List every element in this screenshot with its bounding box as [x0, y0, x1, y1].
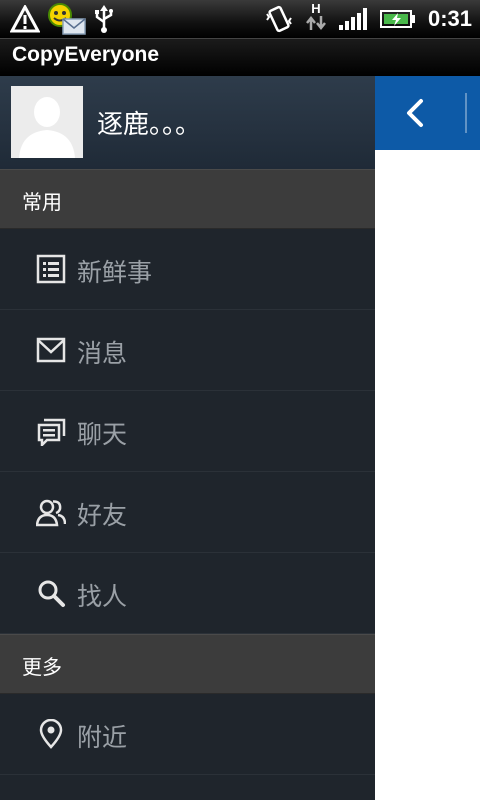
- main-content-panel: [375, 76, 480, 800]
- drawer-item-label: 聊天: [77, 420, 128, 449]
- drawer-item-label: 找人: [77, 582, 128, 611]
- network-type-indicator: H: [305, 1, 326, 35]
- news-feed-icon: [36, 254, 66, 284]
- friends-icon: [36, 499, 66, 527]
- drawer-item-label: 附近: [77, 723, 128, 752]
- avatar[interactable]: [11, 86, 83, 158]
- back-chevron-icon[interactable]: [395, 93, 435, 133]
- content-header: [375, 76, 480, 150]
- messenger-notification-icon: [48, 3, 86, 35]
- signal-strength-icon: [338, 8, 367, 30]
- chat-icon: [37, 418, 66, 446]
- section-header-more: 更多: [0, 634, 375, 694]
- default-user-icon: [11, 86, 83, 158]
- location-pin-icon: [39, 719, 63, 749]
- navigation-drawer: 逐鹿。。。 常用 新鲜事 消息 聊天 好友 找人 更多 附近: [0, 76, 375, 800]
- mail-icon: [36, 337, 66, 363]
- drawer-item-friends[interactable]: 好友: [0, 472, 375, 553]
- usb-icon: [95, 5, 113, 33]
- app-title: CopyEveryone: [12, 43, 160, 66]
- network-type-label: H: [311, 1, 321, 16]
- section-header-common: 常用: [0, 169, 375, 229]
- section-header-label: 常用: [22, 190, 62, 214]
- profile-username: 逐鹿。。。: [97, 110, 202, 140]
- status-system: H 0:31: [264, 1, 472, 35]
- drawer-item-messages[interactable]: 消息: [0, 310, 375, 391]
- data-arrows-icon: [305, 15, 326, 31]
- vibrate-icon: [266, 5, 292, 33]
- profile-header[interactable]: 逐鹿。。。: [0, 76, 375, 169]
- drawer-item-label: 好友: [77, 501, 128, 530]
- warning-icon: [10, 5, 40, 33]
- section-header-label: 更多: [22, 655, 62, 679]
- drawer-item-chat[interactable]: 聊天: [0, 391, 375, 472]
- status-clock: 0:31: [427, 6, 472, 31]
- header-divider: [465, 93, 467, 133]
- drawer-item-label: 新鲜事: [77, 258, 153, 287]
- battery-charging-icon: [379, 10, 415, 28]
- drawer-item-find-people[interactable]: 找人: [0, 553, 375, 634]
- status-notifications: [10, 3, 116, 35]
- drawer-item-label: 消息: [77, 339, 128, 368]
- app-title-bar: CopyEveryone: [0, 38, 480, 76]
- drawer-item-news-feed[interactable]: 新鲜事: [0, 229, 375, 310]
- status-bar: H 0:31: [0, 0, 480, 38]
- search-icon: [38, 580, 65, 607]
- drawer-item-nearby[interactable]: 附近: [0, 694, 375, 775]
